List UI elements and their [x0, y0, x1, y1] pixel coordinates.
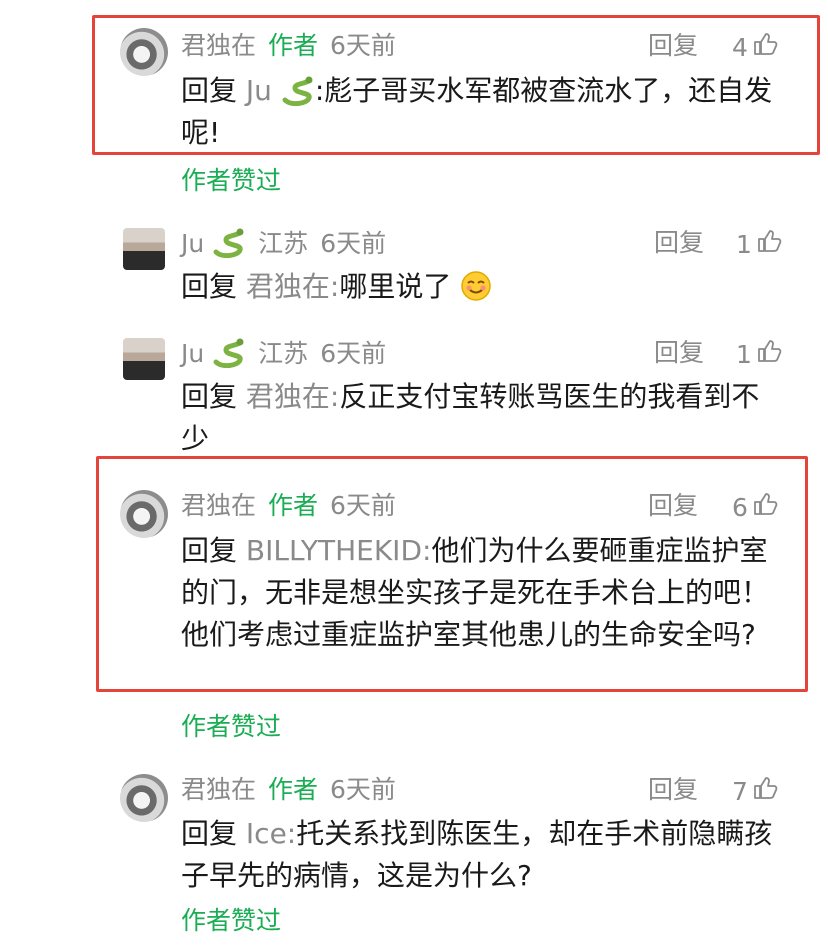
author-tag: 作者 [268, 491, 319, 520]
thumbs-up-icon[interactable] [752, 491, 778, 524]
username[interactable]: 君独在 [181, 775, 256, 804]
comment-meta: Ju 江苏 6天前 [181, 338, 386, 369]
location: 江苏 [258, 339, 309, 368]
thumbs-up-icon[interactable] [752, 775, 778, 808]
comment-text: 回复 Ju :彪子哥买水军都被查流水了，还自发呢! [181, 70, 781, 154]
like-button[interactable]: 1 [736, 338, 782, 371]
timestamp: 6天前 [330, 31, 396, 60]
comment-text: 回复 Ice:托关系找到陈医生，却在手术前隐瞒孩子早先的病情，这是为什么? [181, 813, 781, 897]
reply-prefix: 回复 [181, 380, 238, 413]
reply-prefix: 回复 [181, 534, 238, 567]
author-liked-label: 作者赞过 [181, 712, 282, 741]
username[interactable]: 君独在 [181, 31, 256, 60]
like-count: 7 [732, 776, 748, 806]
snake-icon [282, 76, 313, 106]
reply-button[interactable]: 回复 [648, 31, 698, 61]
thumbs-up-icon[interactable] [756, 228, 782, 261]
avatar[interactable] [123, 228, 165, 270]
username[interactable]: 君独在 [181, 491, 256, 520]
author-tag: 作者 [268, 31, 319, 60]
comment-text: 回复 君独在:反正支付宝转账骂医生的我看到不少 [181, 376, 781, 460]
reply-target[interactable]: Ju [246, 74, 272, 107]
timestamp: 6天前 [320, 339, 387, 368]
timestamp: 6天前 [330, 775, 396, 804]
timestamp: 6天前 [320, 229, 387, 258]
like-count: 1 [736, 339, 752, 369]
comment-text: 回复 BILLYTHEKID:他们为什么要砸重症监护室的门，无非是想坐实孩子是死… [181, 530, 781, 656]
comment-meta: 君独在 作者 6天前 [181, 491, 396, 521]
reply-prefix: 回复 [181, 270, 238, 303]
like-button[interactable]: 4 [732, 31, 778, 64]
avatar[interactable] [120, 774, 168, 822]
smile-icon [461, 271, 492, 301]
snake-icon [213, 228, 244, 258]
username[interactable]: Ju [181, 339, 204, 368]
like-count: 6 [732, 492, 748, 522]
reply-button[interactable]: 回复 [648, 491, 698, 521]
avatar[interactable] [120, 28, 168, 76]
thumbs-up-icon[interactable] [752, 31, 778, 64]
reply-button[interactable]: 回复 [654, 228, 704, 258]
author-tag: 作者 [268, 775, 319, 804]
comment-meta: 君独在 作者 6天前 [181, 775, 396, 805]
author-liked-label: 作者赞过 [181, 906, 282, 935]
reply-target[interactable]: 君独在: [246, 380, 339, 413]
reply-button[interactable]: 回复 [648, 775, 698, 805]
author-liked-label: 作者赞过 [181, 166, 282, 195]
like-count: 4 [732, 32, 748, 62]
like-button[interactable]: 6 [732, 491, 778, 524]
timestamp: 6天前 [330, 491, 396, 520]
thumbs-up-icon[interactable] [756, 338, 782, 371]
like-button[interactable]: 7 [732, 775, 778, 808]
comment-meta: Ju 江苏 6天前 [181, 228, 386, 259]
like-count: 1 [736, 229, 752, 259]
username[interactable]: Ju [181, 229, 204, 258]
like-button[interactable]: 1 [736, 228, 782, 261]
reply-button[interactable]: 回复 [654, 338, 704, 368]
reply-prefix: 回复 [181, 817, 238, 850]
reply-prefix: 回复 [181, 74, 238, 107]
avatar[interactable] [120, 490, 168, 538]
comment-content: 哪里说了 [339, 270, 452, 303]
reply-target[interactable]: Ice: [246, 817, 296, 850]
reply-target[interactable]: 君独在: [246, 270, 339, 303]
reply-target[interactable]: BILLYTHEKID: [246, 534, 432, 567]
comment-meta: 君独在 作者 6天前 [181, 31, 396, 61]
snake-icon [213, 338, 244, 368]
location: 江苏 [258, 229, 309, 258]
avatar[interactable] [123, 338, 165, 380]
comment-text: 回复 君独在:哪里说了 [181, 266, 781, 308]
